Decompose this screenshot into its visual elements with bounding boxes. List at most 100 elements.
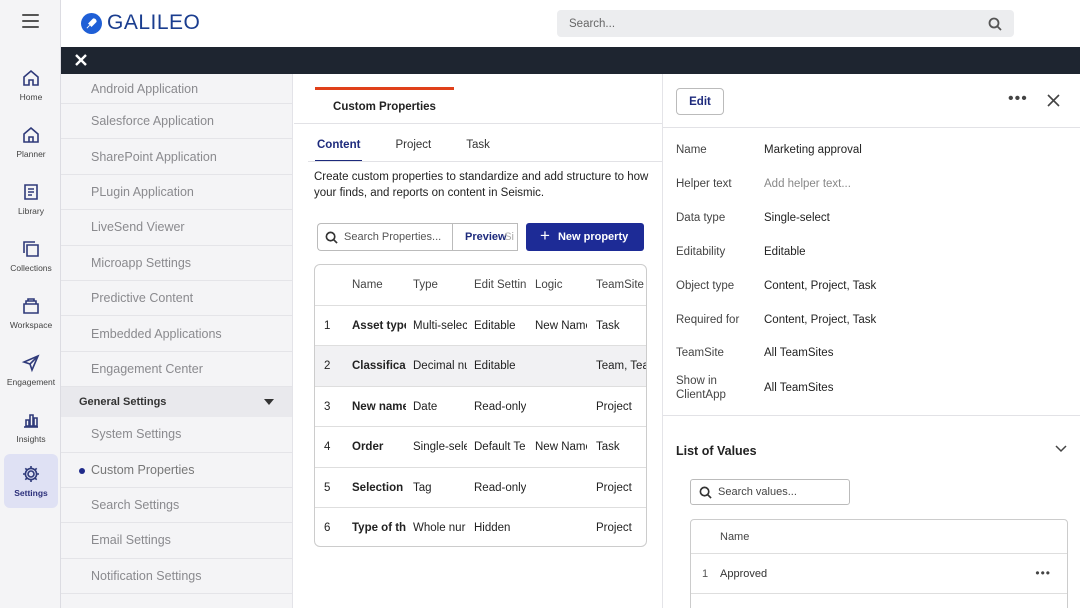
rail-item-insights[interactable]: Insights: [4, 400, 58, 454]
tab-custom-properties[interactable]: Custom Properties: [315, 87, 454, 123]
settings-item[interactable]: Predictive Content: [61, 281, 292, 317]
global-search-input[interactable]: Search...: [557, 10, 1014, 37]
rail-item-collections[interactable]: Collections: [4, 229, 58, 283]
table-row[interactable]: 1 Asset type Multi-selec Editable New Na…: [315, 306, 646, 346]
new-property-button[interactable]: + New property: [526, 223, 644, 251]
table-cell: Read-only: [474, 400, 526, 413]
column-header[interactable]: Edit Settin: [474, 265, 526, 306]
paper-plane-icon: [21, 354, 40, 373]
settings-item-current[interactable]: Custom Properties: [61, 453, 292, 488]
edit-button[interactable]: Edit: [676, 88, 724, 115]
column-header[interactable]: Logic: [535, 265, 587, 306]
rail-item-label: Insights: [16, 434, 46, 444]
table-cell: Whole nur: [413, 522, 466, 535]
settings-item-label: Microapp Settings: [91, 255, 192, 270]
settings-item[interactable]: PLugin Application: [61, 175, 292, 211]
table-cell: New Name: [535, 441, 587, 454]
table-row[interactable]: 4 Order Single-sele Default Te: New Name…: [315, 427, 646, 468]
settings-item-label: SharePoint Application: [91, 149, 217, 164]
column-header[interactable]: TeamSite: [596, 265, 646, 306]
close-icon[interactable]: [1047, 94, 1060, 107]
table-cell: Type of th: [352, 522, 406, 535]
settings-item[interactable]: Search Settings: [61, 488, 292, 524]
rail-item-engagement[interactable]: Engagement: [4, 343, 58, 397]
property-key: Name: [676, 144, 707, 156]
divider: [308, 161, 662, 162]
rail-item-label: Home: [19, 92, 43, 102]
values-search-input[interactable]: Search values...: [690, 479, 850, 505]
settings-item[interactable]: SharePoint Application: [61, 139, 292, 175]
brand-logo[interactable]: GALILEO: [81, 11, 200, 35]
table-cell: [535, 387, 587, 428]
search-icon[interactable]: [988, 17, 1002, 31]
settings-item[interactable]: Embedded Applications: [61, 316, 292, 352]
property-key: Editability: [676, 246, 726, 258]
rail-item-label: Collections: [10, 263, 52, 273]
chevron-down-icon[interactable]: [1055, 445, 1067, 453]
settings-item[interactable]: Android Application: [61, 74, 292, 104]
divider: [294, 123, 662, 124]
table-cell: Task: [596, 441, 620, 454]
hamburger-menu-icon[interactable]: [22, 14, 39, 28]
table-cell: Date: [413, 400, 438, 413]
settings-item[interactable]: LiveSend Viewer: [61, 210, 292, 246]
new-property-label: New property: [557, 231, 629, 243]
subtab-content[interactable]: Content: [315, 136, 363, 162]
subtab-project[interactable]: Project: [393, 136, 433, 162]
subtab-task[interactable]: Task: [464, 136, 492, 162]
divider: [663, 415, 1080, 416]
main-content: Custom Properties Content Project Task C…: [294, 74, 662, 608]
search-placeholder: Search...: [569, 17, 616, 30]
planner-icon: [23, 126, 39, 143]
more-options-icon[interactable]: •••: [1008, 90, 1028, 108]
column-header[interactable]: Name: [352, 265, 406, 306]
table-cell: Asset type: [352, 319, 406, 332]
table-cell: Project: [596, 481, 632, 494]
table-row[interactable]: 5 Selection Tag Read-only Project: [315, 468, 646, 508]
table-row[interactable]: 6 Type of th Whole nur Hidden Project: [315, 508, 646, 546]
caret-down-icon: [264, 399, 274, 406]
divider: [663, 127, 1080, 128]
properties-search-input[interactable]: Search Properties...: [317, 223, 452, 251]
property-row-show-in-clientapp: Show in ClientApp All TeamSites: [676, 374, 833, 402]
settings-item[interactable]: Email Settings: [61, 523, 292, 559]
table-cell: Task: [596, 319, 620, 332]
settings-item-label: System Settings: [91, 427, 182, 442]
property-row-editability: Editability Editable: [676, 245, 806, 259]
preview-button[interactable]: Preview Si: [452, 223, 518, 251]
settings-item-label: Predictive Content: [91, 291, 194, 306]
property-value: Single-select: [764, 212, 830, 224]
settings-item[interactable]: Engagement Center: [61, 352, 292, 388]
table-row-selected[interactable]: 2 Classificat Decimal nu Editable Team, …: [315, 346, 646, 387]
rail-item-library[interactable]: Library: [4, 172, 58, 226]
subtab-bar: Content Project Task: [315, 136, 523, 162]
rail-item-label: Library: [18, 206, 44, 216]
settings-group-general[interactable]: General Settings: [61, 387, 292, 418]
rail-item-workspace[interactable]: Workspace: [4, 286, 58, 340]
table-cell: Hidden: [474, 522, 511, 535]
table-cell: Project: [596, 400, 632, 413]
column-header[interactable]: Name: [691, 520, 1067, 554]
settings-item[interactable]: System Settings: [61, 417, 292, 453]
rail-item-settings[interactable]: Settings: [4, 454, 58, 508]
rail-item-planner[interactable]: Planner: [4, 115, 58, 169]
settings-item[interactable]: Salesforce Application: [61, 104, 292, 140]
row-more-icon[interactable]: •••: [1035, 566, 1051, 580]
close-icon[interactable]: [74, 53, 88, 67]
page-description: Create custom properties to standardize …: [314, 171, 649, 199]
property-row-name: Name Marketing approval: [676, 143, 862, 157]
rail-item-home[interactable]: Home: [4, 58, 58, 112]
table-cell: Classificat: [352, 360, 406, 373]
settings-item[interactable]: Notification Settings: [61, 559, 292, 595]
table-row[interactable]: 3 New name Date Read-only Project: [315, 387, 646, 428]
search-placeholder: Search values...: [718, 486, 797, 498]
property-row-object-type: Object type Content, Project, Task: [676, 279, 876, 293]
settings-item-label: Embedded Applications: [91, 326, 222, 341]
helper-text-placeholder[interactable]: Add helper text...: [764, 178, 851, 190]
table-row[interactable]: 1 Approved •••: [691, 554, 1067, 594]
settings-item[interactable]: Microapp Settings: [61, 246, 292, 281]
column-header[interactable]: Type: [413, 265, 467, 306]
truncated-button-text: Si: [504, 231, 514, 243]
search-placeholder: Search Properties...: [344, 231, 442, 243]
property-row-helper-text: Helper text Add helper text...: [676, 177, 851, 191]
